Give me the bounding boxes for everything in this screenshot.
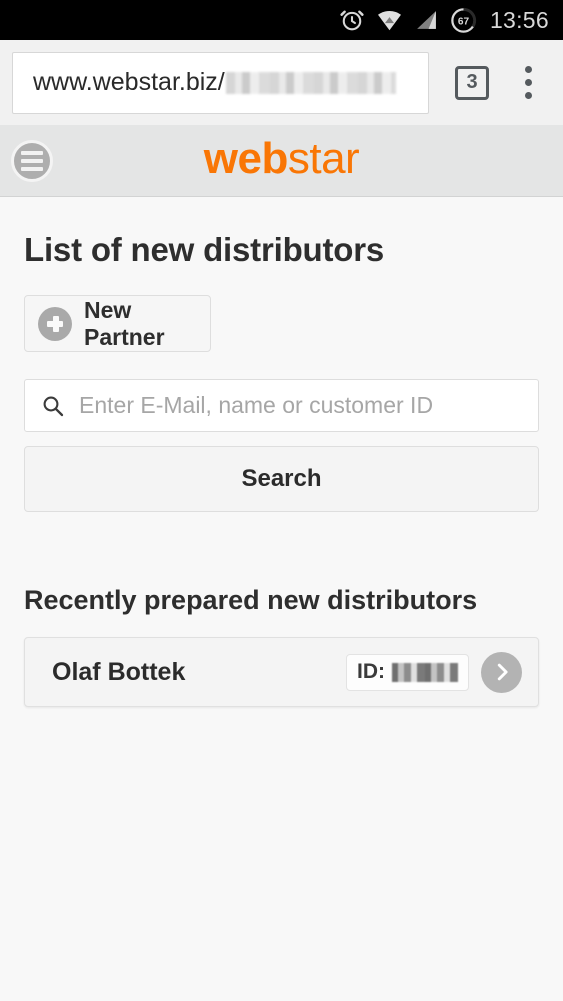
battery-icon: 67 — [451, 7, 476, 33]
logo-text-light: star — [287, 133, 360, 183]
url-redacted-path — [225, 71, 396, 94]
new-partner-label: New Partner — [84, 296, 165, 350]
android-status-bar: 67 13:56 — [0, 0, 563, 40]
logo-text-bold: web — [203, 133, 289, 183]
url-text: www.webstar.biz/ — [33, 68, 225, 96]
list-item[interactable]: Olaf Bottek ID: — [24, 637, 539, 707]
battery-level-text: 67 — [458, 16, 470, 27]
tab-counter-button[interactable]: 3 — [455, 65, 489, 100]
hamburger-menu-icon[interactable] — [11, 139, 53, 182]
wifi-icon — [377, 11, 401, 31]
more-options-icon[interactable] — [505, 66, 551, 99]
search-button[interactable]: Search — [24, 446, 539, 512]
hamburger-line — [21, 166, 43, 171]
chevron-right-glyph — [497, 663, 508, 681]
site-header: webstar — [0, 125, 563, 197]
browser-toolbar: www.webstar.biz/ 3 — [0, 40, 563, 125]
cellular-signal-icon — [417, 11, 436, 29]
section-title-recent: Recently prepared new distributors — [24, 585, 478, 615]
menu-dot — [524, 79, 532, 86]
id-value-redacted — [392, 662, 458, 682]
plus-icon — [38, 306, 72, 341]
page-content: List of new distributors New Partner Ent… — [0, 231, 563, 707]
status-bar-clock: 13:56 — [489, 6, 549, 33]
page-title: List of new distributors — [24, 231, 385, 268]
search-input[interactable]: Enter E-Mail, name or customer ID — [24, 379, 539, 432]
search-placeholder: Enter E-Mail, name or customer ID — [79, 392, 434, 418]
id-label: ID: — [357, 660, 385, 683]
chevron-right-icon[interactable] — [481, 651, 522, 693]
url-bar[interactable]: www.webstar.biz/ — [12, 51, 429, 114]
hamburger-line — [21, 158, 43, 163]
status-badge: ID: — [346, 653, 469, 691]
new-partner-button[interactable]: New Partner — [24, 295, 211, 352]
webstar-logo[interactable]: webstar — [203, 133, 360, 185]
hamburger-line — [21, 150, 43, 155]
alarm-clock-icon — [340, 10, 364, 31]
distributor-name: Olaf Bottek — [52, 657, 186, 686]
search-icon — [43, 396, 64, 416]
menu-dot — [524, 92, 532, 99]
menu-dot — [524, 66, 532, 73]
